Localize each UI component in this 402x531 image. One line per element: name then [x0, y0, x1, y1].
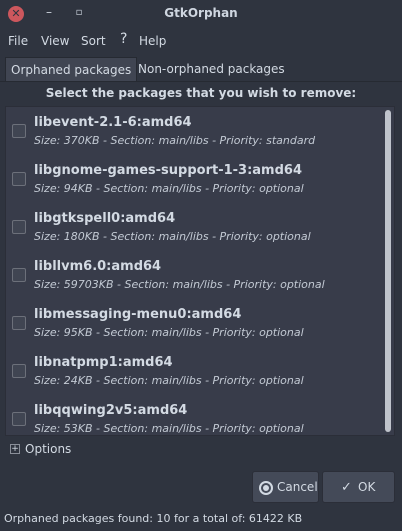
- checkmark-icon: ✓: [341, 480, 352, 495]
- menu-view[interactable]: View: [41, 34, 69, 48]
- package-checkbox[interactable]: [12, 412, 26, 426]
- scrollbar-thumb[interactable]: [385, 110, 391, 432]
- package-name: libqqwing2v5:amd64: [34, 403, 188, 418]
- package-info: Size: 180KB - Section: main/libs - Prior…: [34, 230, 311, 243]
- package-checkbox[interactable]: [12, 124, 26, 138]
- package-checkbox[interactable]: [12, 268, 26, 282]
- package-info: Size: 24KB - Section: main/libs - Priori…: [34, 374, 304, 387]
- window-title: GtkOrphan: [164, 6, 238, 20]
- package-name: libmessaging-menu0:amd64: [34, 307, 242, 322]
- ok-button[interactable]: ✓ OK: [322, 471, 395, 503]
- list-heading: Select the packages that you wish to rem…: [45, 86, 357, 100]
- expand-icon: +: [10, 444, 20, 454]
- package-list[interactable]: libevent-2.1-6:amd64 Size: 370KB - Secti…: [5, 106, 395, 436]
- package-row[interactable]: libgtkspell0:amd64 Size: 180KB - Section…: [6, 203, 384, 251]
- package-info: Size: 59703KB - Section: main/libs - Pri…: [34, 278, 325, 291]
- package-name: libllvm6.0:amd64: [34, 259, 162, 274]
- cancel-button[interactable]: Cancel: [252, 471, 319, 503]
- title-bar: ✕ – ▫ GtkOrphan: [0, 0, 402, 28]
- package-name: libnatpmp1:amd64: [34, 355, 173, 370]
- ok-label: OK: [358, 480, 376, 494]
- package-info: Size: 53KB - Section: main/libs - Priori…: [34, 422, 304, 435]
- package-info: Size: 94KB - Section: main/libs - Priori…: [34, 182, 304, 195]
- package-row[interactable]: libgnome-games-support-1-3:amd64 Size: 9…: [6, 155, 384, 203]
- package-row[interactable]: libqqwing2v5:amd64 Size: 53KB - Section:…: [6, 395, 384, 435]
- help-icon[interactable]: ?: [120, 31, 127, 47]
- status-bar: Orphaned packages found: 10 for a total …: [4, 512, 303, 525]
- options-label: Options: [25, 442, 72, 456]
- options-expander[interactable]: + Options: [8, 442, 108, 458]
- menu-sort[interactable]: Sort: [81, 34, 106, 48]
- menu-bar: File View Sort ? Help: [0, 30, 402, 52]
- cancel-icon: [259, 481, 273, 495]
- package-row[interactable]: libmessaging-menu0:amd64 Size: 95KB - Se…: [6, 299, 384, 347]
- package-checkbox[interactable]: [12, 172, 26, 186]
- package-row[interactable]: libevent-2.1-6:amd64 Size: 370KB - Secti…: [6, 107, 384, 155]
- package-row[interactable]: libllvm6.0:amd64 Size: 59703KB - Section…: [6, 251, 384, 299]
- package-name: libgtkspell0:amd64: [34, 211, 176, 226]
- cancel-label: Cancel: [277, 480, 318, 494]
- tab-orphaned-packages[interactable]: Orphaned packages: [5, 57, 138, 81]
- package-row[interactable]: libnatpmp1:amd64 Size: 24KB - Section: m…: [6, 347, 384, 395]
- package-name: libevent-2.1-6:amd64: [34, 115, 192, 130]
- package-info: Size: 95KB - Section: main/libs - Priori…: [34, 326, 304, 339]
- tab-bar: Orphaned packages Non-orphaned packages: [0, 56, 402, 82]
- menu-file[interactable]: File: [8, 34, 28, 48]
- package-checkbox[interactable]: [12, 220, 26, 234]
- tab-divider: [0, 81, 402, 82]
- menu-help[interactable]: Help: [139, 34, 166, 48]
- tab-non-orphaned-packages[interactable]: Non-orphaned packages: [133, 57, 290, 81]
- package-info: Size: 370KB - Section: main/libs - Prior…: [34, 134, 316, 147]
- package-name: libgnome-games-support-1-3:amd64: [34, 163, 302, 178]
- package-checkbox[interactable]: [12, 316, 26, 330]
- package-checkbox[interactable]: [12, 364, 26, 378]
